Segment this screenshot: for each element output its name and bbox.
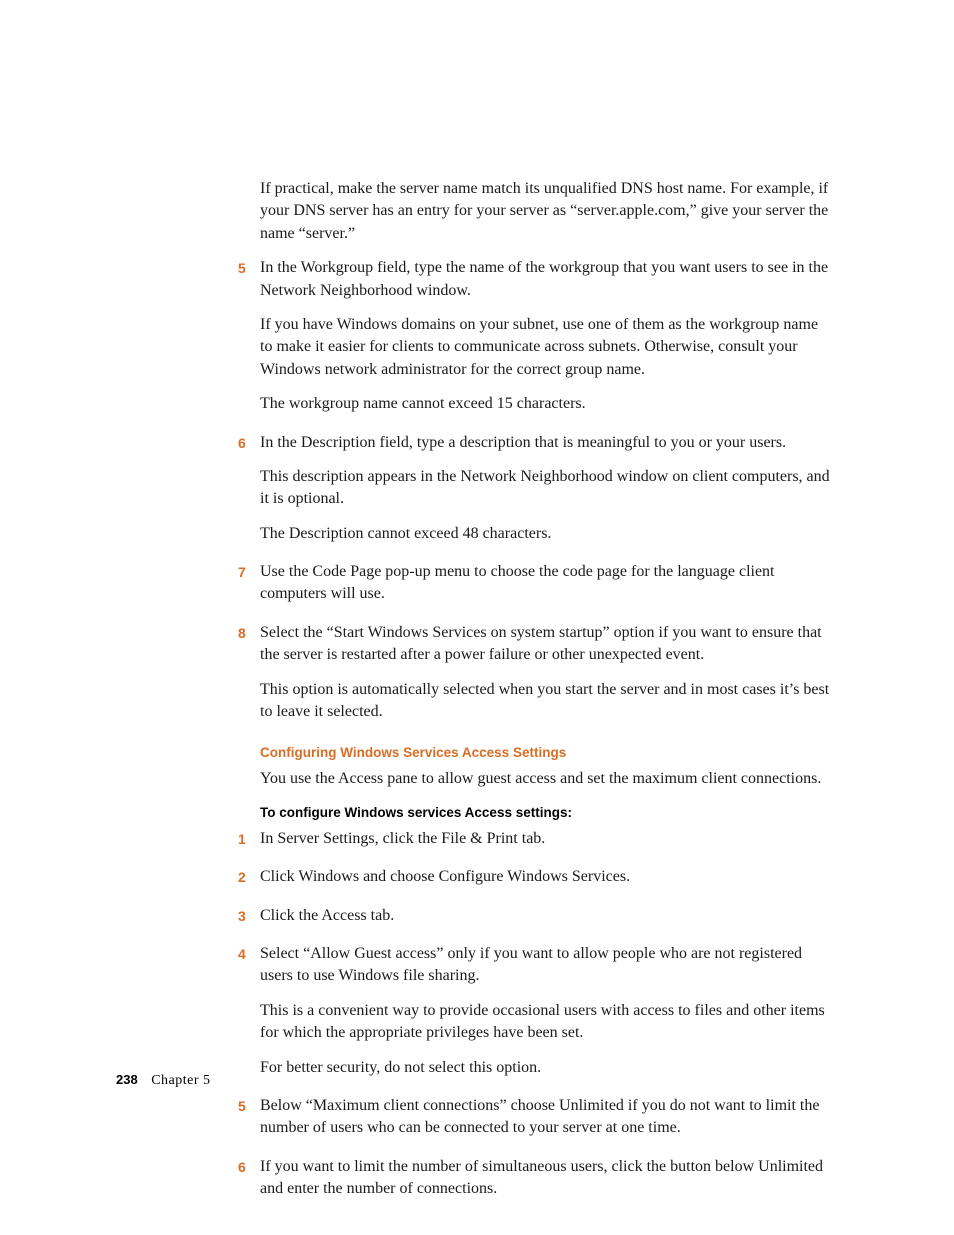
step-body: Select the “Start Windows Services on sy… [260,622,830,730]
step-paragraph: In the Workgroup field, type the name of… [260,257,830,302]
page-content: If practical, make the server name match… [260,178,830,1217]
step-body: Select “Allow Guest access” only if you … [260,943,830,1085]
step-number: 8 [238,622,260,730]
step-body: If you want to limit the number of simul… [260,1156,830,1207]
step: 2Click Windows and choose Configure Wind… [260,866,830,894]
step: 3Click the Access tab. [260,905,830,933]
step: 8Select the “Start Windows Services on s… [260,622,830,730]
step-paragraph: This option is automatically selected wh… [260,679,830,724]
step-paragraph: For better security, do not select this … [260,1057,830,1079]
step-paragraph: The Description cannot exceed 48 charact… [260,523,830,545]
step-number: 6 [238,432,260,552]
step-body: Use the Code Page pop-up menu to choose … [260,561,830,612]
step-paragraph: Below “Maximum client connections” choos… [260,1095,830,1140]
chapter-label: Chapter 5 [151,1073,210,1088]
step-paragraph: This is a convenient way to provide occa… [260,1000,830,1045]
step: 7Use the Code Page pop-up menu to choose… [260,561,830,612]
step-number: 5 [238,1095,260,1146]
section-intro: You use the Access pane to allow guest a… [260,768,830,790]
step-row: 6In the Description field, type a descri… [260,432,830,552]
step-body: Below “Maximum client connections” choos… [260,1095,830,1146]
step-number: 1 [238,828,260,856]
step-number: 7 [238,561,260,612]
step-paragraph: In the Description field, type a descrip… [260,432,830,454]
step-number: 6 [238,1156,260,1207]
step-number: 4 [238,943,260,1085]
steps-group-a: 5In the Workgroup field, type the name o… [260,257,830,729]
page-footer: 238 Chapter 5 [116,1072,211,1089]
step-row: 8Select the “Start Windows Services on s… [260,622,830,730]
step: 6In the Description field, type a descri… [260,432,830,552]
step-body: Click the Access tab. [260,905,830,933]
step-body: In the Workgroup field, type the name of… [260,257,830,421]
step-paragraph: In Server Settings, click the File & Pri… [260,828,830,850]
step: 1In Server Settings, click the File & Pr… [260,828,830,856]
step-paragraph: The workgroup name cannot exceed 15 char… [260,393,830,415]
step-row: 6If you want to limit the number of simu… [260,1156,830,1207]
step-body: In the Description field, type a descrip… [260,432,830,552]
step-row: 4Select “Allow Guest access” only if you… [260,943,830,1085]
step: 6If you want to limit the number of simu… [260,1156,830,1207]
section-heading: Configuring Windows Services Access Sett… [260,745,830,760]
step-number: 2 [238,866,260,894]
step-paragraph: Click the Access tab. [260,905,830,927]
step-paragraph: Use the Code Page pop-up menu to choose … [260,561,830,606]
page-number: 238 [116,1072,138,1087]
step-row: 3Click the Access tab. [260,905,830,933]
steps-group-b: 1In Server Settings, click the File & Pr… [260,828,830,1207]
step: 4Select “Allow Guest access” only if you… [260,943,830,1085]
step-body: Click Windows and choose Configure Windo… [260,866,830,894]
step-paragraph: Select “Allow Guest access” only if you … [260,943,830,988]
step-row: 2Click Windows and choose Configure Wind… [260,866,830,894]
step-paragraph: This description appears in the Network … [260,466,830,511]
step: 5In the Workgroup field, type the name o… [260,257,830,421]
intro-paragraph: If practical, make the server name match… [260,178,830,245]
step-row: 7Use the Code Page pop-up menu to choose… [260,561,830,612]
step-paragraph: Click Windows and choose Configure Windo… [260,866,830,888]
step-paragraph: If you want to limit the number of simul… [260,1156,830,1201]
step-number: 3 [238,905,260,933]
step-row: 1In Server Settings, click the File & Pr… [260,828,830,856]
step: 5Below “Maximum client connections” choo… [260,1095,830,1146]
subheading: To configure Windows services Access set… [260,805,830,820]
step-row: 5In the Workgroup field, type the name o… [260,257,830,421]
step-paragraph: Select the “Start Windows Services on sy… [260,622,830,667]
step-row: 5Below “Maximum client connections” choo… [260,1095,830,1146]
step-body: In Server Settings, click the File & Pri… [260,828,830,856]
step-number: 5 [238,257,260,421]
step-paragraph: If you have Windows domains on your subn… [260,314,830,381]
